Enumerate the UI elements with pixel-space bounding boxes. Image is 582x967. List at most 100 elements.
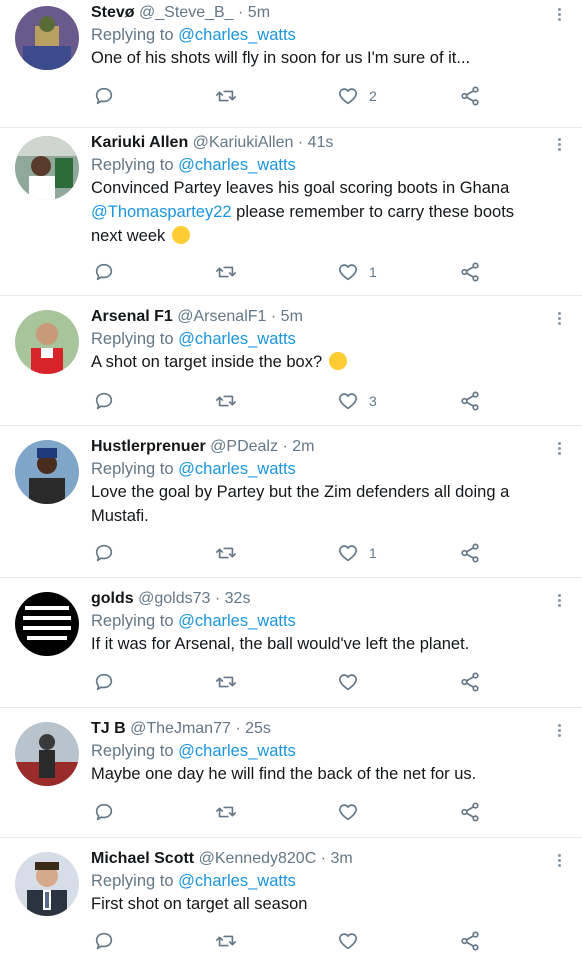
- retweet-button[interactable]: [215, 800, 237, 824]
- share-button[interactable]: [459, 800, 481, 824]
- reply-icon: [95, 87, 113, 105]
- tweet[interactable]: golds @golds73 · 32s Replying to @charle…: [0, 578, 582, 708]
- tweet-text: One of his shots will fly in soon for us…: [91, 46, 542, 70]
- like-button[interactable]: 2: [337, 84, 377, 108]
- avatar[interactable]: [15, 440, 79, 504]
- reply-button[interactable]: [93, 389, 115, 413]
- replying-to-label: Replying to: [91, 330, 174, 348]
- tweet[interactable]: Stevø @_Steve_B_ · 5m Replying to @charl…: [0, 0, 582, 128]
- tweet-header: Kariuki Allen @KariukiAllen · 41s: [91, 132, 542, 154]
- reply-mention-link[interactable]: @charles_watts: [178, 460, 296, 478]
- more-options-icon[interactable]: [558, 854, 562, 869]
- avatar[interactable]: [15, 6, 79, 70]
- replying-to-label: Replying to: [91, 742, 174, 760]
- timestamp[interactable]: · 5m: [238, 4, 270, 21]
- retweet-button[interactable]: [215, 84, 237, 108]
- tweet-text: A shot on target inside the box?: [91, 350, 542, 374]
- display-name[interactable]: Stevø: [91, 4, 135, 21]
- like-button[interactable]: 1: [337, 541, 377, 565]
- like-button[interactable]: [337, 929, 369, 953]
- replying-to-label: Replying to: [91, 460, 174, 478]
- like-button[interactable]: 3: [337, 389, 377, 413]
- tweet[interactable]: Michael Scott @Kennedy820C · 3m Replying…: [0, 838, 582, 967]
- replying-to-label: Replying to: [91, 872, 174, 890]
- timestamp[interactable]: · 41s: [298, 134, 334, 151]
- tweet[interactable]: Kariuki Allen @KariukiAllen · 41s Replyi…: [0, 128, 582, 296]
- share-icon: [461, 262, 479, 282]
- share-button[interactable]: [459, 84, 481, 108]
- display-name[interactable]: golds: [91, 590, 134, 607]
- tweet[interactable]: TJ B @TheJman77 · 25s Replying to @charl…: [0, 708, 582, 838]
- retweet-button[interactable]: [215, 260, 237, 284]
- heart-icon: [339, 545, 357, 562]
- reply-icon: [95, 932, 113, 950]
- reply-mention-link[interactable]: @charles_watts: [178, 872, 296, 890]
- display-name[interactable]: Michael Scott: [91, 850, 194, 867]
- tweet-text-body: One of his shots will fly in soon for us…: [91, 49, 471, 67]
- reply-mention-link[interactable]: @charles_watts: [178, 330, 296, 348]
- replying-to: Replying to @charles_watts: [91, 740, 542, 762]
- reply-button[interactable]: [93, 260, 115, 284]
- tweet[interactable]: Arsenal F1 @ArsenalF1 · 5m Replying to @…: [0, 296, 582, 426]
- user-handle: @KariukiAllen: [192, 134, 294, 151]
- more-options-icon[interactable]: [558, 594, 562, 609]
- more-options-icon[interactable]: [558, 442, 562, 457]
- reply-mention-link[interactable]: @charles_watts: [178, 156, 296, 174]
- display-name[interactable]: TJ B: [91, 720, 126, 737]
- like-button[interactable]: [337, 670, 369, 694]
- reply-button[interactable]: [93, 84, 115, 108]
- retweet-button[interactable]: [215, 670, 237, 694]
- retweet-icon: [216, 395, 236, 407]
- like-button[interactable]: 1: [337, 260, 377, 284]
- share-button[interactable]: [459, 929, 481, 953]
- tweet-text-body: A shot on target inside the box?: [91, 353, 323, 371]
- more-options-icon[interactable]: [558, 8, 562, 23]
- reply-button[interactable]: [93, 541, 115, 565]
- retweet-button[interactable]: [215, 929, 237, 953]
- reply-button[interactable]: [93, 670, 115, 694]
- reply-mention-link[interactable]: @charles_watts: [178, 26, 296, 44]
- timestamp[interactable]: · 5m: [271, 308, 303, 325]
- reply-button[interactable]: [93, 800, 115, 824]
- replying-to-label: Replying to: [91, 612, 174, 630]
- timestamp[interactable]: · 32s: [215, 590, 251, 607]
- retweet-button[interactable]: [215, 389, 237, 413]
- share-button[interactable]: [459, 260, 481, 284]
- tweet-actions: 2: [91, 84, 491, 108]
- retweet-icon: [216, 547, 236, 559]
- share-icon: [461, 931, 479, 951]
- reply-button[interactable]: [93, 929, 115, 953]
- share-icon: [461, 391, 479, 411]
- replying-to: Replying to @charles_watts: [91, 24, 542, 46]
- avatar[interactable]: [15, 852, 79, 916]
- tweet-actions: [91, 929, 491, 953]
- display-name[interactable]: Kariuki Allen: [91, 134, 188, 151]
- avatar[interactable]: [15, 136, 79, 200]
- tweet-actions: 3: [91, 389, 491, 413]
- avatar[interactable]: [15, 310, 79, 374]
- retweet-button[interactable]: [215, 541, 237, 565]
- like-button[interactable]: [337, 800, 369, 824]
- replying-to: Replying to @charles_watts: [91, 328, 542, 350]
- more-options-icon[interactable]: [558, 724, 562, 739]
- display-name[interactable]: Hustlerprenuer: [91, 438, 206, 455]
- avatar[interactable]: [15, 722, 79, 786]
- text-mention-link[interactable]: @Thomaspartey22: [91, 203, 232, 221]
- timestamp[interactable]: · 3m: [321, 850, 353, 867]
- reply-mention-link[interactable]: @charles_watts: [178, 742, 296, 760]
- reply-icon: [95, 544, 113, 562]
- share-button[interactable]: [459, 541, 481, 565]
- share-button[interactable]: [459, 670, 481, 694]
- reply-icon: [95, 392, 113, 410]
- more-options-icon[interactable]: [558, 312, 562, 327]
- reply-mention-link[interactable]: @charles_watts: [178, 612, 296, 630]
- timestamp[interactable]: · 25s: [235, 720, 271, 737]
- user-handle: @TheJman77: [130, 720, 231, 737]
- tweet[interactable]: Hustlerprenuer @PDealz · 2m Replying to …: [0, 426, 582, 578]
- avatar[interactable]: [15, 592, 79, 656]
- display-name[interactable]: Arsenal F1: [91, 308, 173, 325]
- timestamp[interactable]: · 2m: [282, 438, 314, 455]
- more-options-icon[interactable]: [558, 138, 562, 153]
- share-button[interactable]: [459, 389, 481, 413]
- tweet-header: Arsenal F1 @ArsenalF1 · 5m: [91, 306, 542, 328]
